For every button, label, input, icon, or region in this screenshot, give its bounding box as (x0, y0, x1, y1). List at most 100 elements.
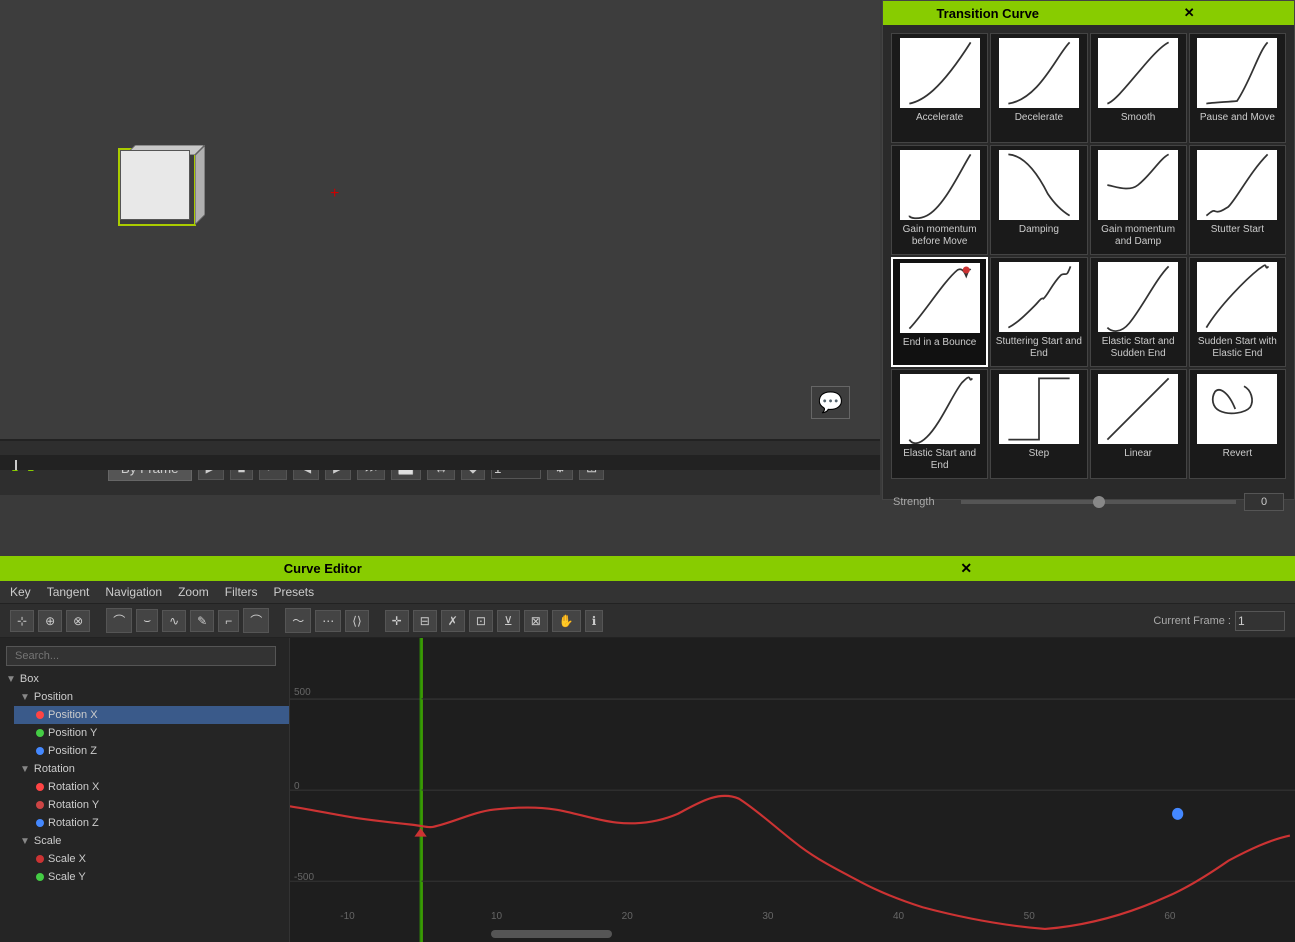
strength-slider[interactable] (961, 500, 1236, 504)
keyframe-marker (414, 828, 426, 837)
tool-select[interactable]: ⊹ (10, 610, 34, 632)
curve-item-elastic-start-and-sudden-end[interactable]: Elastic Start and Sudden End (1090, 257, 1187, 367)
transition-close-button[interactable]: ✕ (1089, 5, 1291, 21)
tree-arrow-scale: ▼ (20, 836, 30, 847)
tree-group-rotation-header[interactable]: ▼ Rotation (14, 760, 289, 778)
curve-label-end-in-a-bounce: End in a Bounce (903, 337, 976, 349)
cube-front-face (120, 150, 190, 220)
curve-editor-graph[interactable]: 500 0 -500 -10 10 20 30 40 50 60 (290, 638, 1295, 942)
curve-item-elastic-start-and-end[interactable]: Elastic Start and End (891, 369, 988, 479)
curve-item-smooth[interactable]: Smooth (1090, 33, 1187, 143)
curve-item-stutter-start[interactable]: Stutter Start (1189, 145, 1286, 255)
tree-item-rotation-y[interactable]: Rotation Y (14, 796, 289, 814)
dot-position-x (36, 711, 44, 719)
tool-step[interactable]: ⌐ (218, 610, 239, 632)
tree-search-input[interactable] (6, 646, 276, 666)
dot-rotation-z (36, 819, 44, 827)
curve-item-sudden-start-with-elastic-end[interactable]: Sudden Start with Elastic End (1189, 257, 1286, 367)
curve-item-linear[interactable]: Linear (1090, 369, 1187, 479)
curve-label-sudden-start-with-elastic-end: Sudden Start with Elastic End (1194, 336, 1281, 360)
curve-thumb-sudden-start-with-elastic-end (1197, 262, 1277, 332)
curve-editor-menubar: Key Tangent Navigation Zoom Filters Presets (0, 581, 1295, 604)
tool-hand[interactable]: ✋ (552, 610, 581, 632)
tool-wave[interactable]: 〜 (285, 608, 311, 633)
tool-tangent-linear[interactable]: ⌣ (136, 609, 158, 632)
tree-item-position-x[interactable]: Position X (14, 706, 289, 724)
tree-label-scale-x: Scale X (48, 853, 86, 865)
tool-layer[interactable]: ⊗ (66, 610, 90, 632)
current-frame-input[interactable] (1235, 611, 1285, 631)
transition-title: Transition Curve (887, 6, 1089, 21)
tree-item-position-z[interactable]: Position Z (14, 742, 289, 760)
current-frame-label: Current Frame : (1153, 615, 1231, 627)
curve-item-revert[interactable]: Revert (1189, 369, 1286, 479)
curve-editor-title: Curve Editor (4, 561, 642, 576)
menu-tangent[interactable]: Tangent (47, 585, 90, 599)
curve-label-elastic-start-and-end: Elastic Start and End (896, 448, 983, 472)
curve-label-step: Step (1029, 448, 1050, 460)
viewport-content: + 💬 (0, 0, 880, 439)
curve-item-stuttering-start-and-end[interactable]: Stuttering Start and End (990, 257, 1087, 367)
tree-item-rotation-z[interactable]: Rotation Z (14, 814, 289, 832)
menu-presets[interactable]: Presets (273, 585, 314, 599)
menu-key[interactable]: Key (10, 585, 31, 599)
comment-icon[interactable]: 💬 (811, 386, 850, 419)
curve-item-damping[interactable]: Damping (990, 145, 1087, 255)
strength-knob[interactable] (1093, 496, 1105, 508)
tree-group-scale-header[interactable]: ▼ Scale (14, 832, 289, 850)
tree-arrow-rotation: ▼ (20, 764, 30, 775)
curve-label-pause-and-move: Pause and Move (1200, 112, 1275, 124)
curve-item-end-in-a-bounce[interactable]: End in a Bounce (891, 257, 988, 367)
tree-label-position-y: Position Y (48, 727, 97, 739)
menu-filters[interactable]: Filters (225, 585, 258, 599)
tool-pen[interactable]: ✎ (190, 610, 214, 632)
cube-container (120, 140, 200, 220)
curve-editor-toolbar: ⊹ ⊕ ⊗ ⌒ ⌣ ∿ ✎ ⌐ ⌒ 〜 ⋯ ⟨⟩ ✛ ⊟ ✗ ⊡ ⊻ ⊠ ✋ ℹ… (0, 604, 1295, 638)
tool-expression[interactable]: ⟨⟩ (345, 610, 368, 632)
curve-label-gain-momentum-and-damp: Gain momentum and Damp (1095, 224, 1182, 248)
tool-scale-frame[interactable]: ⊟ (413, 610, 437, 632)
tree-group-box-header[interactable]: ▼ Box (0, 670, 289, 688)
curve-item-accelerate[interactable]: Accelerate (891, 33, 988, 143)
tool-noise[interactable]: ⋯ (315, 610, 341, 632)
tool-flatten[interactable]: ⊠ (524, 610, 548, 632)
dot-scale-x (36, 855, 44, 863)
curve-item-decelerate[interactable]: Decelerate (990, 33, 1087, 143)
timeline-scrubber[interactable] (0, 455, 880, 470)
playhead[interactable] (15, 460, 17, 470)
tool-break-tangent[interactable]: ⊻ (497, 610, 520, 632)
tool-frame-all[interactable]: ⊡ (469, 610, 493, 632)
tree-item-scale-x[interactable]: Scale X (14, 850, 289, 868)
curve-item-step[interactable]: Step (990, 369, 1087, 479)
transition-curve-panel: Transition Curve ✕ AccelerateDecelerateS… (882, 0, 1295, 500)
horizontal-scrollbar[interactable] (491, 930, 612, 938)
curve-item-gain-momentum-before-move[interactable]: Gain momentum before Move (891, 145, 988, 255)
curve-thumb-revert (1197, 374, 1277, 444)
curve-editor-close-button[interactable]: ✕ (642, 560, 1292, 577)
curve-item-pause-and-move[interactable]: Pause and Move (1189, 33, 1286, 143)
curve-thumb-damping (999, 150, 1079, 220)
dot-scale-y (36, 873, 44, 881)
tool-move[interactable]: ✛ (385, 610, 409, 632)
curve-thumb-gain-momentum-and-damp (1098, 150, 1178, 220)
curve-item-gain-momentum-and-damp[interactable]: Gain momentum and Damp (1090, 145, 1187, 255)
tree-item-position-y[interactable]: Position Y (14, 724, 289, 742)
tree-group-position-header[interactable]: ▼ Position (14, 688, 289, 706)
tool-info[interactable]: ℹ (585, 610, 604, 632)
transition-header: Transition Curve ✕ (883, 1, 1294, 25)
curve-thumb-elastic-start-and-sudden-end (1098, 262, 1178, 332)
tree-item-rotation-x[interactable]: Rotation X (14, 778, 289, 796)
tool-curve[interactable]: ⌒ (243, 608, 269, 633)
tool-tangent-smooth[interactable]: ∿ (162, 610, 186, 632)
tree-label-box: Box (20, 673, 39, 685)
menu-navigation[interactable]: Navigation (105, 585, 162, 599)
tool-group[interactable]: ⊕ (38, 610, 62, 632)
curve-label-stutter-start: Stutter Start (1211, 224, 1264, 236)
tree-item-scale-y[interactable]: Scale Y (14, 868, 289, 886)
curve-thumb-pause-and-move (1197, 38, 1277, 108)
menu-zoom[interactable]: Zoom (178, 585, 209, 599)
tool-tangent-break[interactable]: ⌒ (106, 608, 132, 633)
dot-rotation-y (36, 801, 44, 809)
tool-delete-key[interactable]: ✗ (441, 610, 465, 632)
strength-value-input[interactable] (1244, 493, 1284, 511)
